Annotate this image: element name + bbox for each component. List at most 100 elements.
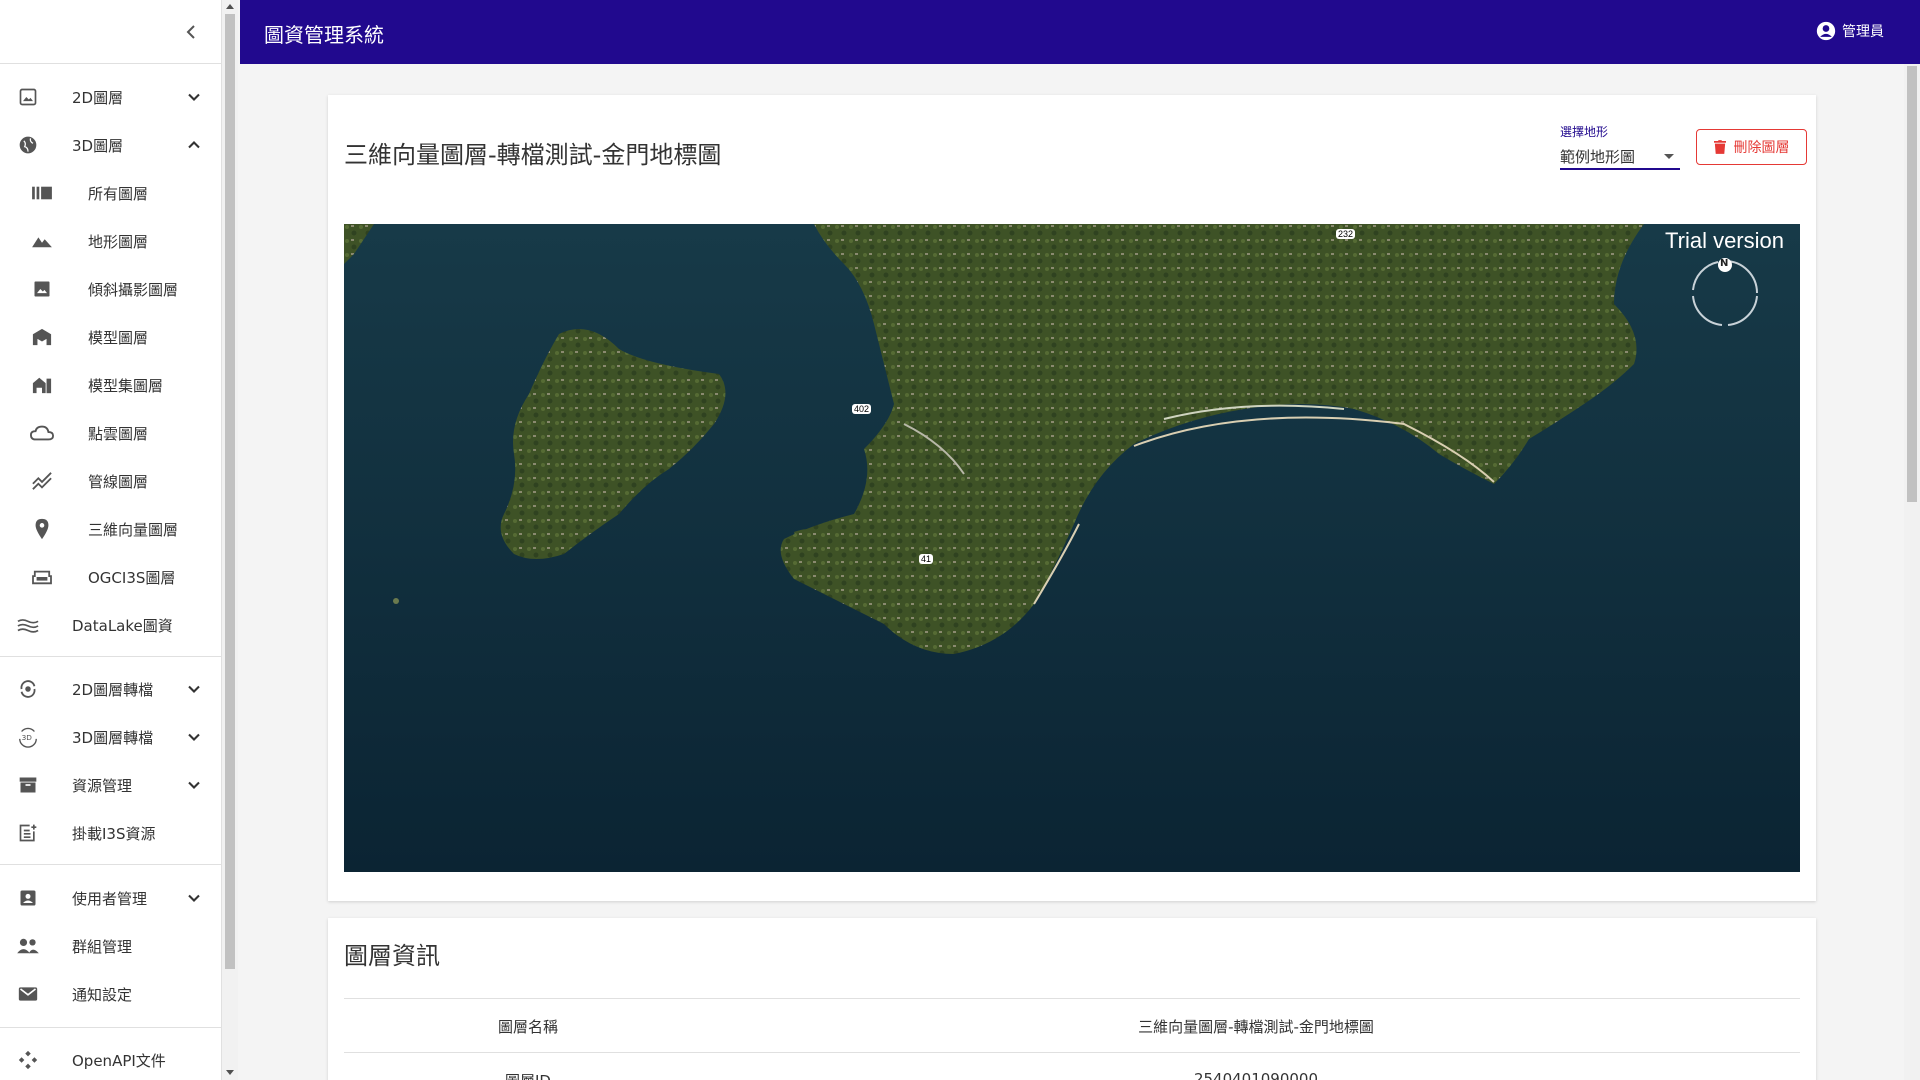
buildings-icon [30, 373, 54, 397]
archive-icon [16, 773, 40, 797]
row-value: 三維向量圖層-轉檔測試-金門地標圖 [1138, 1018, 1374, 1036]
divider [0, 864, 221, 865]
trial-watermark: Trial version [1665, 228, 1784, 253]
map-viewer[interactable]: 232 402 41 Trial version N [344, 224, 1800, 872]
layer-info-table: 圖層名稱 三維向量圖層-轉檔測試-金門地標圖 圖層ID 254040109000… [344, 998, 1800, 1080]
pipeline-icon [30, 469, 54, 493]
scroll-up-icon[interactable] [226, 4, 234, 9]
sidebar-item-label: 群組管理 [72, 937, 133, 956]
sidebar-item-2d-convert[interactable]: 2D圖層轉檔 [0, 669, 221, 709]
sidebar-item-label: 使用者管理 [72, 889, 148, 908]
sidebar-item-3d-layers[interactable]: 3D圖層 [0, 125, 221, 165]
sidebar-item-label: 管線圖層 [88, 472, 149, 491]
sidebar-item-label: 所有圖層 [88, 184, 149, 203]
chevron-down-icon [188, 93, 200, 101]
post-add-icon [16, 821, 40, 845]
app-header: 圖資管理系統 管理員 [240, 0, 1920, 64]
main-scrollbar[interactable] [1904, 64, 1920, 1080]
road-label: 402 [852, 404, 872, 414]
sidebar-item-label: 3D圖層轉檔 [72, 728, 154, 747]
terrain-select[interactable]: 選擇地形 範例地形圖 [1560, 123, 1680, 170]
trash-icon [1713, 140, 1726, 154]
scrollbar-thumb[interactable] [225, 14, 235, 969]
sidebar-item-user-management[interactable]: 使用者管理 [0, 878, 221, 918]
compass-north-label: N [1720, 258, 1729, 269]
terrain-select-value[interactable]: 範例地形圖 [1560, 146, 1680, 170]
sidebar-item-label: 3D圖層 [72, 136, 124, 155]
sidebar-item-2d-layers[interactable]: 2D圖層 [0, 77, 221, 117]
user-menu[interactable]: 管理員 [1816, 21, 1884, 41]
table-row: 圖層ID 2540401090000 [344, 1053, 1800, 1080]
sidebar-item-label: 資源管理 [72, 776, 133, 795]
svg-text:3D: 3D [22, 733, 33, 742]
delete-layer-button[interactable]: 刪除圖層 [1696, 129, 1807, 165]
chevron-down-icon [188, 685, 200, 693]
road-label: 232 [1336, 229, 1356, 239]
museum-icon [30, 325, 54, 349]
sidebar-item-model-layers[interactable]: 模型圖層 [0, 317, 221, 357]
chevron-up-icon [188, 141, 200, 149]
sidebar-item-group-management[interactable]: 群組管理 [0, 926, 221, 966]
row-value: 2540401090000 [1193, 1070, 1319, 1080]
sidebar-item-label: 點雲圖層 [88, 424, 149, 443]
satellite-map [344, 224, 1800, 872]
delete-layer-label: 刪除圖層 [1733, 140, 1790, 156]
terrain-icon [30, 229, 54, 253]
layer-info-card: 圖層資訊 圖層名稱 三維向量圖層-轉檔測試-金門地標圖 圖層ID 2540401… [328, 918, 1816, 1080]
sidebar-item-label: 模型集圖層 [88, 376, 164, 395]
dropdown-arrow-icon [1664, 154, 1674, 159]
sidebar-item-model-set-layers[interactable]: 模型集圖層 [0, 365, 221, 405]
sidebar-scrollbar[interactable] [222, 0, 238, 1080]
road-label: 41 [919, 554, 934, 564]
chevron-left-icon[interactable] [179, 20, 203, 44]
sidebar-item-3d-convert[interactable]: 3D 3D圖層轉檔 [0, 717, 221, 757]
sidebar-item-resource-management[interactable]: 資源管理 [0, 765, 221, 805]
sidebar-item-label: DataLake圖資 [72, 616, 173, 635]
rotate-2d-icon [16, 677, 40, 701]
cloud-icon [30, 421, 54, 445]
sidebar-item-label: 三維向量圖層 [88, 520, 179, 539]
api-icon [16, 1048, 40, 1072]
chevron-down-icon [188, 894, 200, 902]
group-icon [16, 934, 40, 958]
section-title: 圖層資訊 [344, 942, 440, 970]
sidebar-item-label: 通知設定 [72, 985, 133, 1004]
sidebar-item-pipeline-layers[interactable]: 管線圖層 [0, 461, 221, 501]
account-circle-icon [1816, 21, 1836, 41]
sidebar-item-ogci3s-layers[interactable]: OGCI3S圖層 [0, 557, 221, 597]
sidebar-item-label: OGCI3S圖層 [88, 568, 176, 587]
sidebar: 2D圖層 3D圖層 所有圖層 地形圖層 傾斜攝影圖層 模型圖層 模型集圖層 點雲… [0, 0, 222, 1080]
sidebar-item-label: 2D圖層 [72, 88, 124, 107]
app-title: 圖資管理系統 [264, 23, 384, 47]
scrollbar-thumb[interactable] [1907, 66, 1917, 502]
divider [0, 1027, 221, 1028]
account-box-icon [16, 886, 40, 910]
sidebar-item-datalake[interactable]: DataLake圖資 [0, 605, 221, 645]
scroll-down-icon[interactable] [226, 1070, 234, 1075]
table-row: 圖層名稱 三維向量圖層-轉檔測試-金門地標圖 [344, 999, 1800, 1053]
sidebar-item-openapi-docs[interactable]: OpenAPI文件 [0, 1040, 221, 1080]
sidebar-item-3d-vector-layers[interactable]: 三維向量圖層 [0, 509, 221, 549]
sofa-icon [30, 565, 54, 589]
rotate-3d-icon: 3D [16, 725, 40, 749]
waves-icon [16, 613, 40, 637]
sidebar-item-label: 掛載I3S資源 [72, 824, 156, 843]
sidebar-item-notification-settings[interactable]: 通知設定 [0, 974, 221, 1014]
row-key: 圖層名稱 [497, 1018, 558, 1036]
sidebar-item-all-layers[interactable]: 所有圖層 [0, 173, 221, 213]
place-icon [30, 517, 54, 541]
photo-icon [30, 277, 54, 301]
row-key: 圖層ID [344, 1070, 712, 1080]
sidebar-item-oblique-photo-layers[interactable]: 傾斜攝影圖層 [0, 269, 221, 309]
sidebar-item-terrain-layers[interactable]: 地形圖層 [0, 221, 221, 261]
compass-widget[interactable]: N [1690, 258, 1760, 332]
image-icon [16, 85, 40, 109]
sidebar-item-label: 模型圖層 [88, 328, 149, 347]
mail-icon [16, 982, 40, 1006]
sidebar-item-point-cloud-layers[interactable]: 點雲圖層 [0, 413, 221, 453]
sidebar-item-mount-i3s[interactable]: 掛載I3S資源 [0, 813, 221, 853]
sidebar-item-label: OpenAPI文件 [72, 1051, 166, 1070]
divider [0, 656, 221, 657]
sidebar-item-label: 2D圖層轉檔 [72, 680, 154, 699]
chevron-down-icon [188, 781, 200, 789]
